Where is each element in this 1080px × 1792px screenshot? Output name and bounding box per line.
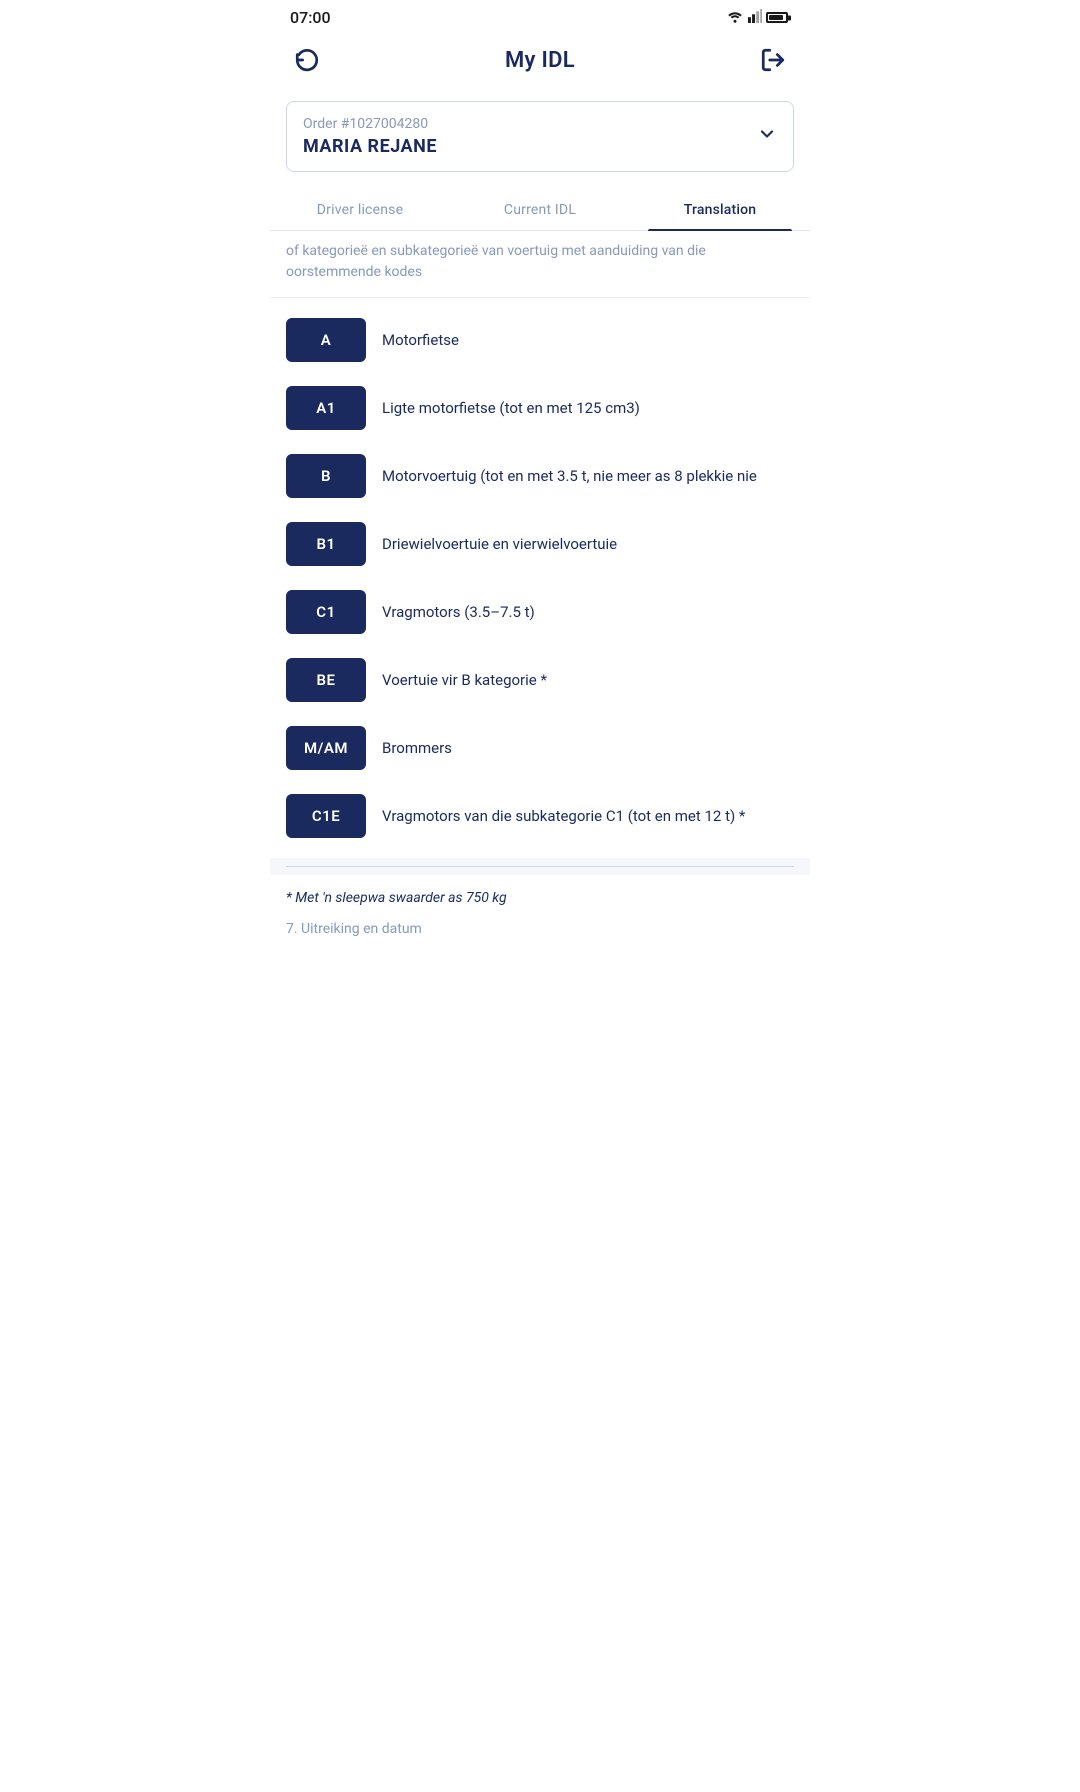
category-badge-b1: B1 bbox=[286, 522, 366, 566]
content-area: of kategorieë en subkategorieë van voert… bbox=[270, 231, 810, 949]
footnote-text: * Met 'n sleepwa swaarder as 750 kg bbox=[286, 890, 507, 906]
wifi-icon bbox=[726, 8, 744, 27]
refresh-icon bbox=[294, 47, 320, 73]
category-badge-a1: A1 bbox=[286, 386, 366, 430]
category-badge-a: A bbox=[286, 318, 366, 362]
list-item: BE Voertuie vir B kategorie * bbox=[286, 646, 794, 714]
tab-translation[interactable]: Translation bbox=[630, 188, 810, 230]
app-bar: My IDL bbox=[270, 31, 810, 93]
category-badge-c1e: C1E bbox=[286, 794, 366, 838]
refresh-button[interactable] bbox=[290, 43, 324, 77]
partial-header-text: of kategorieë en subkategorieë van voert… bbox=[270, 231, 810, 298]
partial-bottom-text: 7. Uitreiking en datum bbox=[286, 921, 422, 937]
category-badge-c1: C1 bbox=[286, 590, 366, 634]
list-item: B Motorvoertuig (tot en met 3.5 t, nie m… bbox=[286, 442, 794, 510]
partial-bottom-section: 7. Uitreiking en datum bbox=[270, 912, 810, 949]
section-divider bbox=[286, 866, 794, 867]
list-item: C1E Vragmotors van die subkategorie C1 (… bbox=[286, 782, 794, 850]
signal-icon bbox=[748, 8, 762, 27]
partial-text-content: of kategorieë en subkategorieë van voert… bbox=[286, 241, 794, 283]
chevron-down-icon bbox=[757, 124, 777, 149]
list-item: B1 Driewielvoertuie en vierwielvoertuie bbox=[286, 510, 794, 578]
list-item: C1 Vragmotors (3.5–7.5 t) bbox=[286, 578, 794, 646]
tab-driver-license[interactable]: Driver license bbox=[270, 188, 450, 230]
footnote-section: * Met 'n sleepwa swaarder as 750 kg bbox=[270, 875, 810, 912]
status-icons bbox=[726, 8, 790, 27]
order-info: Order #1027004280 MARIA REJANE bbox=[303, 116, 437, 157]
category-desc-c1e: Vragmotors van die subkategorie C1 (tot … bbox=[382, 806, 794, 827]
category-desc-a1: Ligte motorfietse (tot en met 125 cm3) bbox=[382, 398, 794, 419]
category-desc-be: Voertuie vir B kategorie * bbox=[382, 670, 794, 691]
order-name: MARIA REJANE bbox=[303, 136, 437, 157]
category-badge-b: B bbox=[286, 454, 366, 498]
battery-icon bbox=[766, 8, 790, 27]
list-item: A Motorfietse bbox=[286, 306, 794, 374]
category-desc-mam: Brommers bbox=[382, 738, 794, 759]
logout-button[interactable] bbox=[756, 43, 790, 77]
tabs: Driver license Current IDL Translation bbox=[270, 188, 810, 231]
list-item: A1 Ligte motorfietse (tot en met 125 cm3… bbox=[286, 374, 794, 442]
app-title: My IDL bbox=[505, 48, 575, 73]
status-time: 07:00 bbox=[290, 8, 331, 27]
category-list: A Motorfietse A1 Ligte motorfietse (tot … bbox=[270, 298, 810, 858]
logout-icon bbox=[760, 47, 786, 73]
category-desc-a: Motorfietse bbox=[382, 330, 794, 351]
category-badge-be: BE bbox=[286, 658, 366, 702]
order-number: Order #1027004280 bbox=[303, 116, 437, 132]
category-desc-c1: Vragmotors (3.5–7.5 t) bbox=[382, 602, 794, 623]
tab-current-idl[interactable]: Current IDL bbox=[450, 188, 630, 230]
order-card[interactable]: Order #1027004280 MARIA REJANE bbox=[286, 101, 794, 172]
category-desc-b: Motorvoertuig (tot en met 3.5 t, nie mee… bbox=[382, 466, 794, 487]
category-desc-b1: Driewielvoertuie en vierwielvoertuie bbox=[382, 534, 794, 555]
category-badge-mam: M/AM bbox=[286, 726, 366, 770]
status-bar: 07:00 bbox=[270, 0, 810, 31]
list-item: M/AM Brommers bbox=[286, 714, 794, 782]
